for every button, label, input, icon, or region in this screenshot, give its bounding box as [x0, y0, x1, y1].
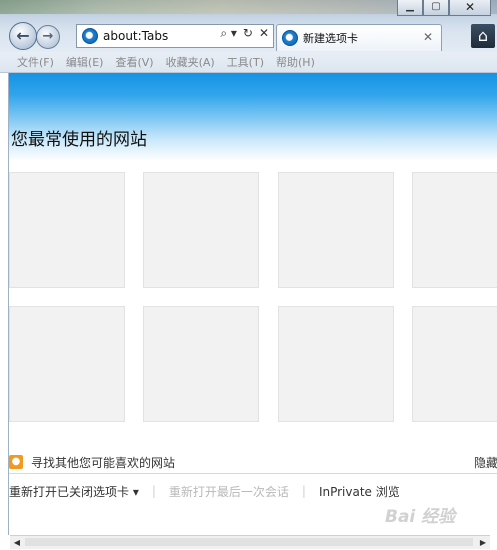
forward-button[interactable]: →: [36, 25, 60, 49]
site-tile[interactable]: [9, 172, 125, 288]
forward-arrow-icon: →: [42, 29, 54, 44]
watermark-logo: Bai 经验: [385, 507, 456, 527]
discover-sites-link[interactable]: 寻找其他您可能喜欢的网站: [31, 454, 175, 471]
discover-sites[interactable]: ● 寻找其他您可能喜欢的网站: [9, 452, 497, 472]
reopen-closed-tabs-link[interactable]: 重新打开已关闭选项卡 ▾: [9, 483, 139, 500]
address-tools: ⌕ ▾ ↻ ✕: [220, 26, 269, 41]
lightbulb-icon: ●: [9, 455, 23, 469]
site-tile[interactable]: [9, 306, 125, 422]
refresh-icon[interactable]: ↻: [243, 26, 253, 41]
tab-label: 新建选项卡: [303, 32, 358, 45]
search-dropdown-icon[interactable]: ⌕ ▾: [220, 26, 237, 41]
link-divider: |: [301, 484, 306, 498]
site-tile[interactable]: [278, 172, 394, 288]
session-links: 重新打开已关闭选项卡 ▾ | 重新打开最后一次会话 | InPrivate 浏览: [9, 481, 400, 501]
home-icon: ⌂: [477, 26, 489, 45]
new-tab-page: 您最常使用的网站 ● 寻找其他您可能喜欢的网站 隐藏 重新打开已关闭选项卡 ▾ …: [8, 73, 497, 535]
ie-tab-icon: [282, 30, 298, 46]
site-tile[interactable]: [412, 306, 497, 422]
close-icon: ✕: [464, 0, 476, 14]
maximize-button[interactable]: ▢: [423, 0, 449, 16]
maximize-icon: ▢: [431, 1, 441, 12]
tab-new-tab[interactable]: 新建选项卡 ✕: [276, 24, 442, 51]
scroll-left-icon[interactable]: ◀: [11, 537, 23, 548]
menu-file[interactable]: 文件(F): [17, 54, 54, 70]
menu-bar: 文件(F) 编辑(E) 查看(V) 收藏夹(A) 工具(T) 帮助(H): [0, 52, 497, 73]
scrollbar-thumb[interactable]: [25, 538, 473, 546]
address-text[interactable]: about:Tabs: [103, 29, 168, 43]
address-bar[interactable]: about:Tabs ⌕ ▾ ↻ ✕: [76, 24, 274, 48]
site-tile[interactable]: [143, 172, 259, 288]
minimize-icon: ▁: [406, 1, 414, 12]
inprivate-browsing-link[interactable]: InPrivate 浏览: [319, 483, 400, 500]
site-tile[interactable]: [143, 306, 259, 422]
back-arrow-icon: ←: [16, 26, 30, 45]
link-divider: |: [151, 484, 156, 498]
menu-favorites[interactable]: 收藏夹(A): [166, 54, 215, 70]
close-window-button[interactable]: ✕: [449, 0, 491, 16]
horizontal-scrollbar[interactable]: ◀ ▶: [10, 535, 490, 549]
page-title: 您最常使用的网站: [11, 130, 147, 150]
reopen-last-session-link: 重新打开最后一次会话: [168, 484, 289, 499]
home-button[interactable]: ⌂: [471, 24, 495, 48]
window-controls: ▁ ▢ ✕: [397, 0, 491, 16]
scroll-right-icon[interactable]: ▶: [477, 537, 489, 548]
stop-icon[interactable]: ✕: [259, 26, 269, 41]
menu-help[interactable]: 帮助(H): [276, 54, 315, 70]
divider-line: [9, 473, 497, 474]
menu-edit[interactable]: 编辑(E): [66, 54, 104, 70]
menu-tools[interactable]: 工具(T): [227, 54, 264, 70]
site-tile[interactable]: [278, 306, 394, 422]
ie-page-icon: [82, 28, 98, 44]
site-tile[interactable]: [412, 172, 497, 288]
minimize-button[interactable]: ▁: [397, 0, 423, 16]
menu-view[interactable]: 查看(V): [115, 54, 153, 70]
title-bar: ▁ ▢ ✕ ← → about:Tabs ⌕ ▾ ↻ ✕ 新建选项卡 ✕ ⌂: [0, 0, 497, 52]
back-button[interactable]: ←: [9, 22, 37, 50]
tab-close-icon[interactable]: ✕: [423, 30, 433, 44]
hide-link[interactable]: 隐藏: [474, 454, 497, 471]
